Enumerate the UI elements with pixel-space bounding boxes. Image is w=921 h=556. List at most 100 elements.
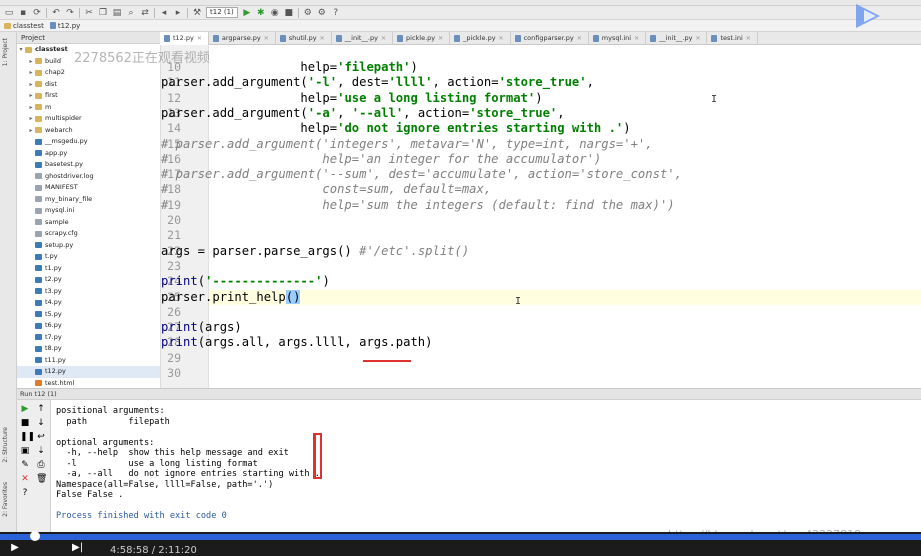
stop-icon[interactable]: ■ [284, 8, 294, 18]
editor-tab[interactable]: __init__.py ✕ [646, 32, 708, 45]
play-icon[interactable]: ▶ [10, 543, 20, 553]
editor-tab[interactable]: pickle.py ✕ [393, 32, 451, 45]
breadcrumb-item-project[interactable]: classtest [4, 22, 44, 30]
chevron-right-icon[interactable]: ▸ [27, 79, 35, 91]
breadcrumb-item-file[interactable]: t12.py [49, 22, 80, 30]
forward-icon[interactable]: ▸ [173, 8, 183, 18]
close-tab-icon[interactable]: ✕ [320, 32, 325, 45]
cut-icon[interactable]: ✂ [84, 8, 94, 18]
console-line: -h, --help show this help message and ex… [56, 448, 289, 458]
close-tab-icon[interactable]: ✕ [438, 32, 443, 45]
favorites-tool-button[interactable]: 2: Favorites [2, 482, 14, 517]
code-token: help= [300, 60, 338, 74]
stop-icon[interactable]: ■ [20, 418, 30, 428]
chevron-right-icon[interactable]: ▸ [27, 113, 35, 125]
save-icon[interactable]: ▪ [18, 8, 28, 18]
tab-label: _pickle.py [463, 34, 496, 42]
find-icon[interactable]: ⌕ [126, 8, 136, 18]
editor-tab[interactable]: t12.py ✕ [160, 32, 209, 45]
python-file-icon [397, 35, 404, 42]
settings-icon[interactable]: ⚙ [317, 8, 327, 18]
editor-tab[interactable]: configparser.py ✕ [511, 32, 589, 45]
python-file-icon [279, 35, 286, 42]
redo-icon[interactable]: ↷ [65, 8, 75, 18]
run-panel-header[interactable]: Run t12 (1) [17, 388, 921, 400]
copy-icon[interactable]: ❐ [98, 8, 108, 18]
coverage-icon[interactable]: ◉ [270, 8, 280, 18]
console-line: False False . [56, 490, 124, 500]
editor-tab[interactable]: __init__.py ✕ [332, 32, 394, 45]
scroll-down-icon[interactable]: ↓ [36, 418, 46, 428]
debug-icon[interactable]: ✱ [256, 8, 266, 18]
code-token: # parser.add_argument('--sum', dest='acc… [161, 167, 682, 182]
print-icon[interactable]: ⎙ [36, 460, 46, 470]
undo-icon[interactable]: ↶ [51, 8, 61, 18]
close-tab-icon[interactable]: ✕ [499, 32, 504, 45]
python-file-icon [35, 253, 42, 260]
help-icon[interactable]: ? [20, 488, 30, 498]
pause-icon[interactable]: ❚❚ [20, 432, 35, 442]
python-file-icon [212, 35, 219, 42]
chevron-down-icon[interactable]: ▾ [17, 44, 25, 56]
pin-icon[interactable]: ✎ [20, 460, 30, 470]
back-icon[interactable]: ◂ [159, 8, 169, 18]
editor-tab[interactable]: _pickle.py ✕ [450, 32, 511, 45]
code-token: # const=sum, default=max, [161, 182, 492, 197]
chevron-right-icon[interactable]: ▸ [27, 90, 35, 102]
chevron-right-icon[interactable]: ▸ [27, 67, 35, 79]
sync-icon[interactable]: ⟳ [32, 8, 42, 18]
run-icon[interactable]: ▶ [242, 8, 252, 18]
rerun-icon[interactable]: ▶ [20, 404, 30, 414]
editor-tab[interactable]: test.ini ✕ [707, 32, 758, 45]
run-console-output[interactable]: positional arguments: path filepath optio… [51, 400, 921, 532]
code-editor[interactable]: 10 help='filepath') 11 parser.add_argument… [160, 45, 921, 388]
video-progress-handle[interactable] [30, 531, 40, 541]
close-tab-icon[interactable]: ✕ [197, 32, 202, 45]
tree-item-label: webarch [45, 125, 73, 134]
run-config-select[interactable]: t12 (1) [206, 7, 238, 18]
folder-icon [35, 58, 42, 65]
chevron-right-icon[interactable]: ▸ [27, 125, 35, 137]
text-file-icon [35, 184, 42, 191]
code-line: # help='sum the integers (default: find … [161, 198, 675, 213]
restore-layout-icon[interactable]: ▣ [20, 446, 30, 456]
project-tool-button[interactable]: 1: Project [2, 38, 14, 66]
video-progress-bar[interactable] [0, 534, 921, 540]
chevron-right-icon[interactable]: ▸ [27, 56, 35, 68]
scroll-up-icon[interactable]: ↑ [36, 404, 46, 414]
python-file-icon [35, 150, 42, 157]
tab-label: pickle.py [406, 34, 436, 42]
code-token: 'store_true' [469, 105, 558, 120]
paste-icon[interactable]: ▤ [112, 8, 122, 18]
close-tab-icon[interactable]: ✕ [695, 32, 700, 45]
console-line: positional arguments: [56, 406, 165, 416]
project-panel-title[interactable]: Project [21, 34, 45, 42]
python-file-icon [35, 276, 42, 283]
code-token: # parser.add_argument('integers', metava… [161, 136, 653, 151]
code-token: '-a' [307, 105, 338, 120]
close-tab-icon[interactable]: ✕ [634, 32, 639, 45]
build-icon[interactable]: ⚒ [192, 8, 202, 18]
line-number: 23 [167, 258, 181, 273]
viewer-watermark: 2278562正在观看视频 [74, 51, 210, 66]
folder-icon [35, 81, 42, 88]
help-icon[interactable]: ? [331, 8, 341, 18]
close-icon[interactable]: ✕ [20, 474, 30, 484]
close-tab-icon[interactable]: ✕ [381, 32, 386, 45]
close-tab-icon[interactable]: ✕ [577, 32, 582, 45]
scroll-end-icon[interactable]: ⇣ [36, 446, 46, 456]
soft-wrap-icon[interactable]: ↩ [36, 432, 46, 442]
replace-icon[interactable]: ⇄ [140, 8, 150, 18]
close-tab-icon[interactable]: ✕ [264, 32, 269, 45]
close-tab-icon[interactable]: ✕ [746, 32, 751, 45]
editor-tab[interactable]: argparse.py ✕ [209, 32, 276, 45]
next-icon[interactable]: ▶| [72, 543, 83, 553]
tree-item-label: ghostdriver.log [45, 171, 94, 180]
editor-tab[interactable]: mysql.ini ✕ [589, 32, 647, 45]
structure-tool-button[interactable]: 2: Structure [2, 427, 14, 463]
vcs-icon[interactable]: ⚙ [303, 8, 313, 18]
trash-icon[interactable]: 🗑 [36, 474, 47, 484]
open-folder-icon[interactable]: ▭ [4, 8, 14, 18]
editor-tab[interactable]: shutil.py ✕ [276, 32, 332, 45]
chevron-right-icon[interactable]: ▸ [27, 102, 35, 114]
